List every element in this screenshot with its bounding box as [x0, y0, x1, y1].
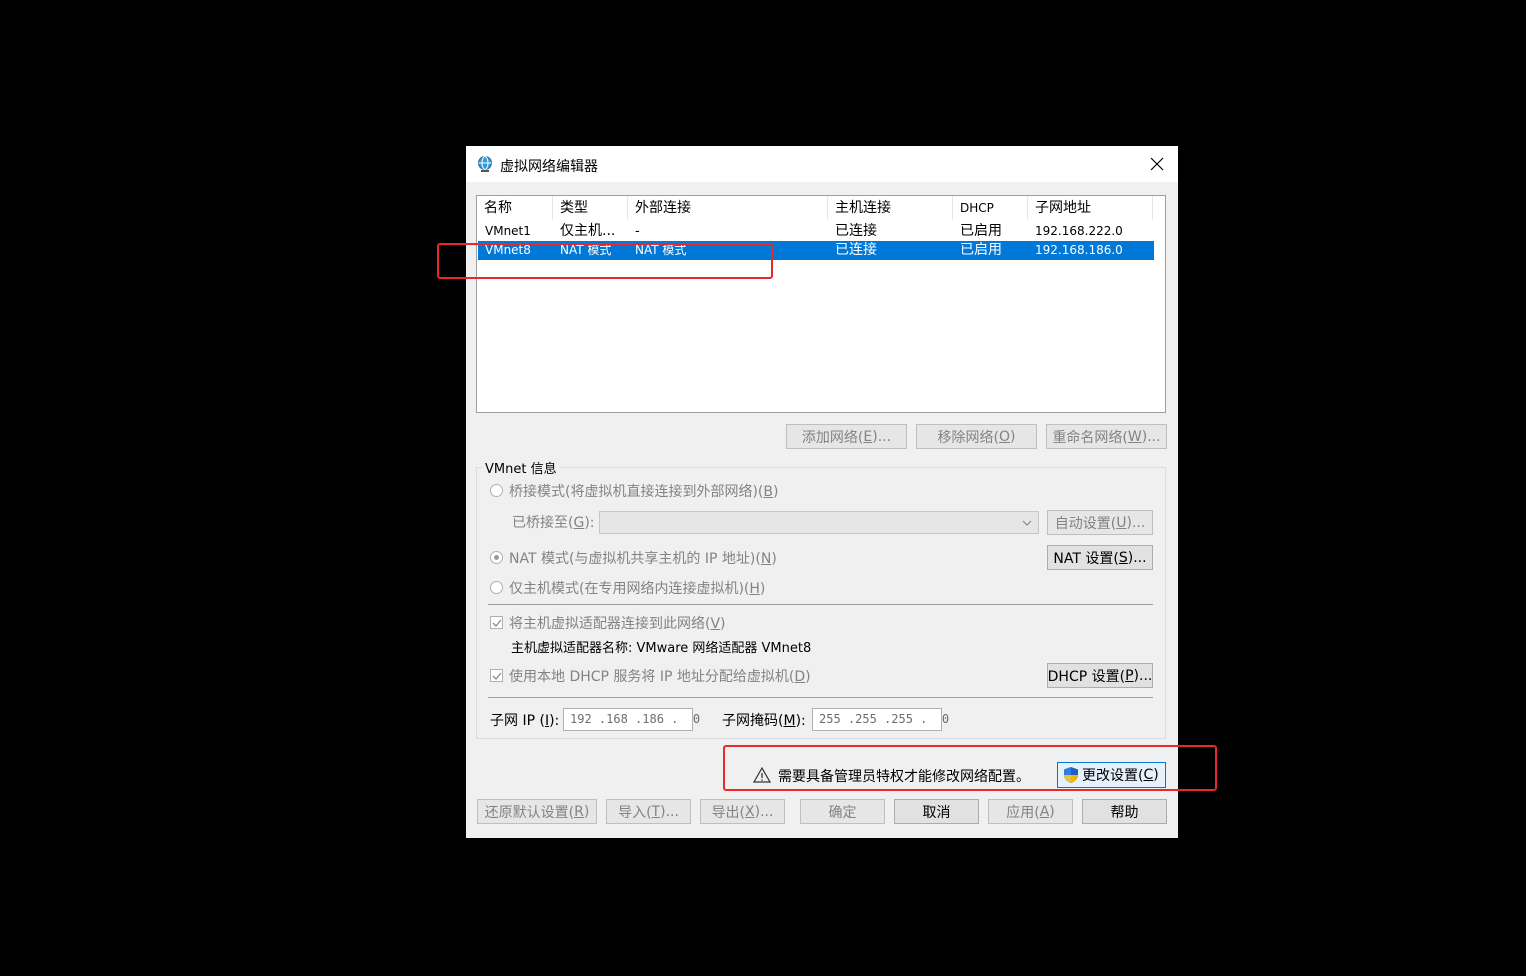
help-button[interactable]: 帮助 [1082, 799, 1167, 824]
bridged-radio[interactable] [490, 484, 503, 497]
column-header-type[interactable]: 类型 [553, 196, 628, 220]
checkmark-icon [492, 619, 502, 627]
column-header-subnet[interactable]: 子网地址 [1028, 196, 1153, 220]
list-header: 名称 类型 外部连接 主机连接 DHCP 子网地址 [477, 196, 1153, 220]
remove-network-button[interactable]: 移除网络(O) [916, 424, 1037, 449]
hostonly-label: 仅主机模式(在专用网络内连接虚拟机)(H) [509, 581, 766, 597]
close-button[interactable] [1136, 146, 1178, 182]
nat-label: NAT 模式(与虚拟机共享主机的 IP 地址)(N) [509, 551, 777, 567]
cell-dhcp: 已启用 [960, 223, 1002, 239]
vmnet-info-group [476, 467, 1166, 739]
vmnet-info-title: VMnet 信息 [482, 458, 560, 477]
cell-subnet: 192.168.222.0 [1035, 224, 1123, 238]
checkmark-icon [492, 672, 502, 680]
divider [488, 697, 1153, 698]
export-button[interactable]: 导出(X)... [700, 799, 785, 824]
nat-settings-button[interactable]: NAT 设置(S)... [1047, 545, 1153, 570]
hostonly-radio[interactable] [490, 581, 503, 594]
nat-radio[interactable] [490, 551, 503, 564]
window-title: 虚拟网络编辑器 [500, 159, 598, 175]
bridged-to-select[interactable] [599, 511, 1039, 534]
cancel-button[interactable]: 取消 [894, 799, 979, 824]
apply-button[interactable]: 应用(A) [988, 799, 1073, 824]
chevron-down-icon [1022, 520, 1032, 526]
cell-external: - [635, 224, 640, 239]
auto-settings-button[interactable]: 自动设置(U)... [1047, 510, 1153, 535]
bridged-label: 桥接模式(将虚拟机直接连接到外部网络)(B) [509, 484, 779, 500]
subnet-ip-label: 子网 IP (I): [490, 713, 560, 729]
network-list[interactable]: 名称 类型 外部连接 主机连接 DHCP 子网地址 VMnet1 仅主机... … [476, 195, 1166, 413]
cell-dhcp: 已启用 [960, 242, 1002, 258]
column-header-external[interactable]: 外部连接 [628, 196, 828, 220]
ok-button[interactable]: 确定 [800, 799, 885, 824]
adapter-name: 主机虚拟适配器名称: VMware 网络适配器 VMnet8 [511, 641, 812, 656]
subnet-mask-field[interactable]: 255 .255 .255 . 0 [812, 708, 949, 731]
cell-type: 仅主机... [560, 223, 616, 239]
dhcp-settings-button[interactable]: DHCP 设置(P)... [1047, 663, 1153, 688]
add-network-button[interactable]: 添加网络(E)... [786, 424, 907, 449]
subnet-mask-label: 子网掩码(M): [722, 713, 806, 729]
close-icon [1150, 157, 1164, 171]
bridged-to-label: 已桥接至(G): [512, 515, 595, 531]
divider [488, 604, 1153, 605]
cell-host: 已连接 [835, 223, 877, 239]
cell-subnet: 192.168.186.0 [1035, 243, 1123, 257]
network-globe-icon [478, 156, 492, 172]
title-bar[interactable]: 虚拟网络编辑器 [466, 146, 1178, 182]
cell-host: 已连接 [835, 242, 877, 258]
dhcp-checkbox[interactable] [490, 669, 503, 682]
column-header-host[interactable]: 主机连接 [828, 196, 953, 220]
table-row[interactable]: VMnet1 仅主机... - 已连接 已启用 192.168.222.0 [478, 222, 1154, 241]
import-button[interactable]: 导入(T)... [606, 799, 691, 824]
restore-defaults-button[interactable]: 还原默认设置(R) [477, 799, 597, 824]
column-header-name[interactable]: 名称 [477, 196, 553, 220]
dhcp-label: 使用本地 DHCP 服务将 IP 地址分配给虚拟机(D) [509, 669, 811, 685]
highlight-box-vmnet8 [437, 243, 773, 279]
rename-network-button[interactable]: 重命名网络(W)... [1046, 424, 1167, 449]
connect-adapter-label: 将主机虚拟适配器连接到此网络(V) [509, 616, 726, 632]
highlight-box-change-settings [723, 745, 1217, 791]
column-header-dhcp[interactable]: DHCP [953, 196, 1028, 220]
subnet-ip-field[interactable]: 192 .168 .186 . 0 [563, 708, 700, 731]
cell-name: VMnet1 [485, 224, 531, 238]
connect-adapter-checkbox[interactable] [490, 616, 503, 629]
